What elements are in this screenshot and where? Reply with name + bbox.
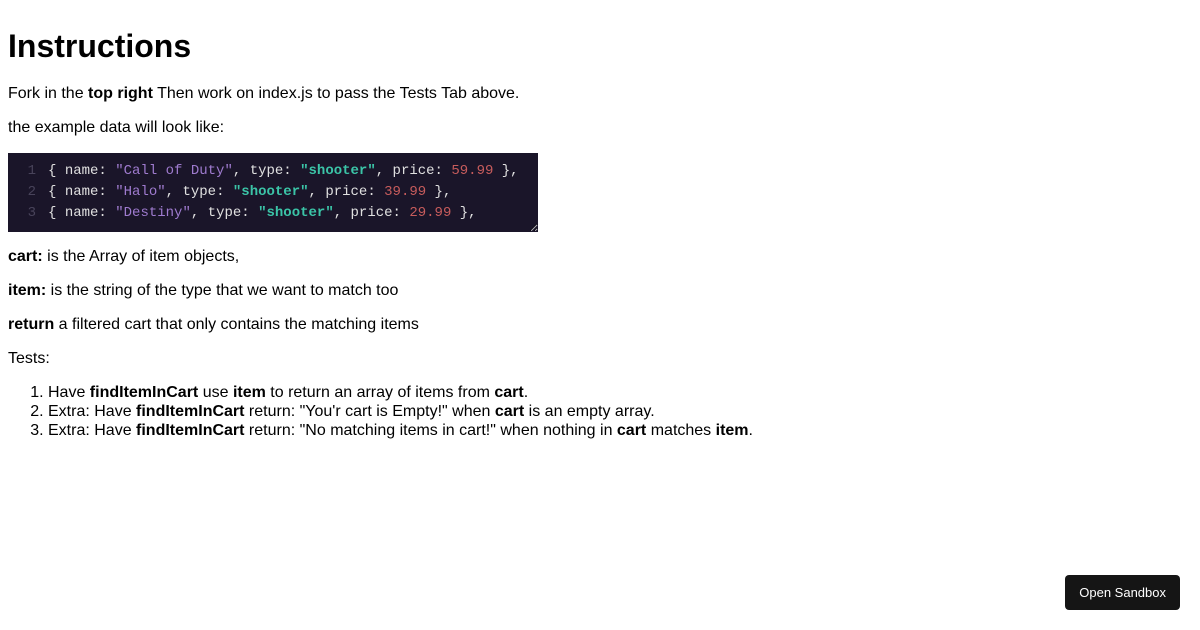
- definition-item: item: is the string of the type that we …: [8, 282, 1192, 300]
- line-number: 2: [18, 182, 36, 203]
- text: Extra: Have: [48, 422, 136, 439]
- tests-list: Have findItemInCart use item to return a…: [8, 384, 1192, 440]
- text-bold: cart: [495, 403, 524, 420]
- definition-return: return a filtered cart that only contain…: [8, 316, 1192, 334]
- example-intro: the example data will look like:: [8, 119, 1192, 137]
- text-bold: item: [716, 422, 749, 439]
- text: Then work on index.js to pass the Tests …: [153, 85, 519, 102]
- definition-text: is the string of the type that we want t…: [46, 282, 398, 299]
- code-line: 2{ name: "Halo", type: "shooter", price:…: [18, 182, 528, 203]
- text-bold: findItemInCart: [136, 422, 244, 439]
- text-bold: cart: [617, 422, 646, 439]
- open-sandbox-button[interactable]: Open Sandbox: [1065, 575, 1180, 610]
- text-bold: findItemInCart: [136, 403, 244, 420]
- intro-paragraph: Fork in the top right Then work on index…: [8, 85, 1192, 103]
- term: cart:: [8, 248, 43, 265]
- term: return: [8, 316, 54, 333]
- text: to return an array of items from: [266, 384, 495, 401]
- definition-text: is the Array of item objects,: [43, 248, 240, 265]
- definition-cart: cart: is the Array of item objects,: [8, 248, 1192, 266]
- text: return: "No matching items in cart!" whe…: [244, 422, 616, 439]
- code-line: 3{ name: "Destiny", type: "shooter", pri…: [18, 203, 528, 224]
- tests-heading: Tests:: [8, 350, 1192, 368]
- list-item: Have findItemInCart use item to return a…: [48, 384, 1192, 402]
- code-example[interactable]: 1{ name: "Call of Duty", type: "shooter"…: [8, 153, 538, 232]
- text: Extra: Have: [48, 403, 136, 420]
- list-item: Extra: Have findItemInCart return: "No m…: [48, 422, 1192, 440]
- definition-text: a filtered cart that only contains the m…: [54, 316, 419, 333]
- text: use: [198, 384, 233, 401]
- text: matches: [646, 422, 715, 439]
- text: .: [749, 422, 753, 439]
- text: Fork in the: [8, 85, 88, 102]
- text: .: [524, 384, 528, 401]
- line-number: 1: [18, 161, 36, 182]
- text: return: "You'r cart is Empty!" when: [244, 403, 494, 420]
- text-bold: findItemInCart: [90, 384, 198, 401]
- text-bold: item: [233, 384, 266, 401]
- list-item: Extra: Have findItemInCart return: "You'…: [48, 403, 1192, 421]
- text: is an empty array.: [524, 403, 654, 420]
- text: Have: [48, 384, 90, 401]
- page-title: Instructions: [8, 28, 1192, 65]
- text-bold: top right: [88, 85, 153, 102]
- term: item:: [8, 282, 46, 299]
- text-bold: cart: [494, 384, 523, 401]
- code-line: 1{ name: "Call of Duty", type: "shooter"…: [18, 161, 528, 182]
- line-number: 3: [18, 203, 36, 224]
